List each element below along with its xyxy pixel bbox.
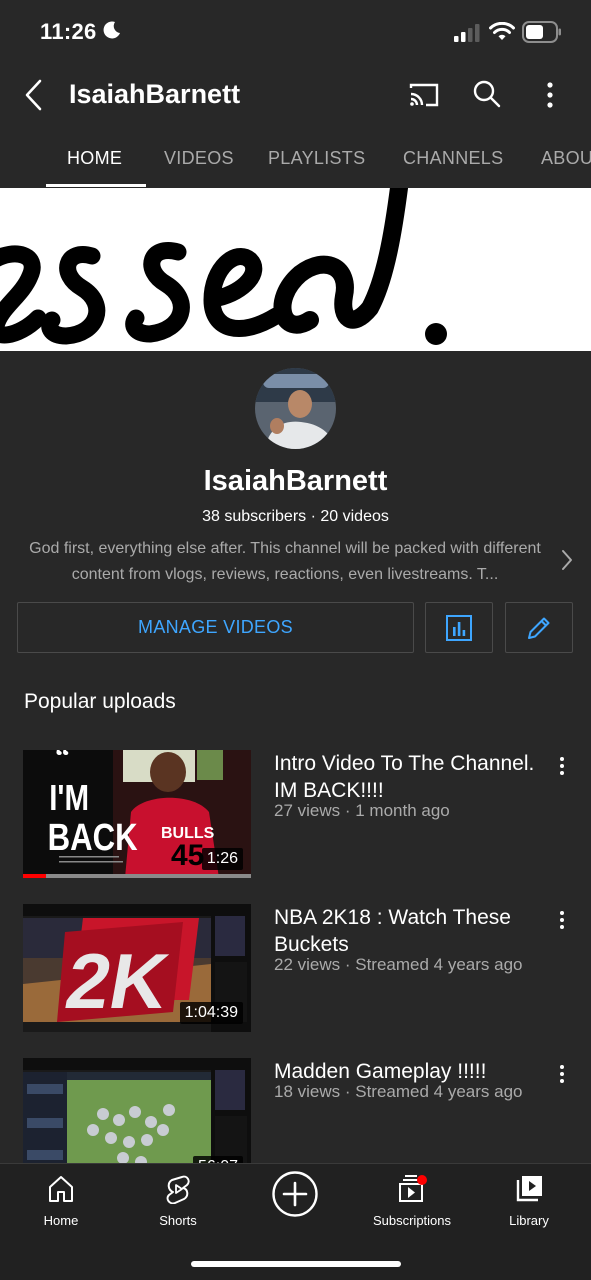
banner-artwork [0, 188, 447, 345]
channel-tabs: HOME VIDEOS PLAYLISTS CHANNELS ABOU [0, 128, 591, 188]
tab-home[interactable]: HOME [67, 148, 122, 169]
channel-avatar[interactable] [255, 368, 336, 449]
status-bar: 11:26 [0, 0, 591, 64]
nav-library[interactable]: Library [479, 1174, 579, 1228]
nav-create[interactable] [245, 1170, 345, 1223]
home-indicator[interactable] [191, 1261, 401, 1267]
channel-description[interactable]: God first, everything else after. This c… [20, 536, 550, 588]
chevron-right-icon[interactable] [560, 549, 574, 571]
svg-text:45: 45 [171, 839, 204, 872]
moon-icon [103, 21, 120, 39]
nav-label: Library [509, 1213, 549, 1228]
popular-uploads-heading: Popular uploads [24, 690, 176, 713]
nav-shorts[interactable]: Shorts [128, 1174, 228, 1228]
cellular-signal-icon [454, 24, 480, 42]
tab-videos[interactable]: VIDEOS [164, 148, 234, 169]
video-item[interactable]: 2K 1:04:39 NBA 2K18 : Watch These Bucket… [0, 904, 591, 1032]
analytics-button[interactable] [425, 602, 493, 653]
video-meta: 22 views · Streamed 4 years ago [274, 955, 523, 974]
video-title[interactable]: Intro Video To The Channel. IM BACK!!!! [274, 750, 546, 804]
more-options-icon[interactable] [558, 756, 566, 776]
channel-name: IsaiahBarnett [203, 465, 388, 497]
video-thumbnail[interactable]: 2K 1:04:39 [23, 904, 251, 1032]
nav-home[interactable]: Home [11, 1174, 111, 1228]
more-options-icon[interactable] [558, 1064, 566, 1084]
battery-icon [522, 21, 561, 43]
svg-text:I'M: I'M [49, 777, 89, 817]
channel-stats: 38 subscribers · 20 videos [202, 508, 389, 525]
video-duration: 1:26 [201, 848, 243, 870]
video-thumbnail[interactable]: BULLS 45 “ I'M BACK 1:26 [23, 750, 251, 878]
nav-subscriptions[interactable]: Subscriptions [362, 1174, 462, 1228]
analytics-icon [446, 614, 472, 641]
channel-banner [0, 188, 591, 351]
back-arrow-icon[interactable] [22, 78, 46, 112]
subscriptions-icon [399, 1175, 427, 1202]
pencil-icon [528, 617, 550, 639]
top-app-bar: IsaiahBarnett [0, 64, 591, 126]
video-meta: 27 views · 1 month ago [274, 801, 450, 820]
tab-playlists[interactable]: PLAYLISTS [268, 148, 365, 169]
channel-header-title: IsaiahBarnett [69, 79, 241, 109]
svg-text:BACK: BACK [48, 817, 138, 859]
home-icon [49, 1176, 73, 1202]
more-options-icon[interactable] [541, 81, 559, 109]
status-time: 11:26 [40, 19, 97, 44]
tab-channels[interactable]: CHANNELS [403, 148, 503, 169]
create-icon [272, 1171, 318, 1217]
svg-text:“: “ [55, 750, 70, 773]
avatar-photo [255, 368, 336, 449]
nav-label: Shorts [159, 1213, 197, 1228]
wifi-icon [489, 22, 515, 40]
video-meta: 18 views · Streamed 4 years ago [274, 1082, 523, 1101]
search-icon[interactable] [472, 79, 502, 109]
svg-text:2K: 2K [60, 938, 175, 1025]
notification-badge [417, 1175, 427, 1185]
video-title[interactable]: Madden Gameplay !!!!! [274, 1058, 546, 1085]
library-icon [516, 1176, 542, 1202]
video-duration: 1:04:39 [179, 1002, 243, 1024]
shorts-icon [166, 1175, 190, 1205]
video-title[interactable]: NBA 2K18 : Watch These Buckets [274, 904, 546, 958]
manage-videos-button[interactable]: MANAGE VIDEOS [17, 602, 414, 653]
cast-icon[interactable] [408, 82, 440, 108]
edit-channel-button[interactable] [505, 602, 573, 653]
active-tab-indicator [46, 184, 146, 187]
more-options-icon[interactable] [558, 910, 566, 930]
nav-label: Home [43, 1213, 79, 1228]
nav-label: Subscriptions [372, 1213, 452, 1228]
watch-progress-bar [23, 874, 251, 878]
tab-about[interactable]: ABOU [541, 148, 591, 169]
video-item[interactable]: BULLS 45 “ I'M BACK 1:26 Intro Video To … [0, 750, 591, 878]
